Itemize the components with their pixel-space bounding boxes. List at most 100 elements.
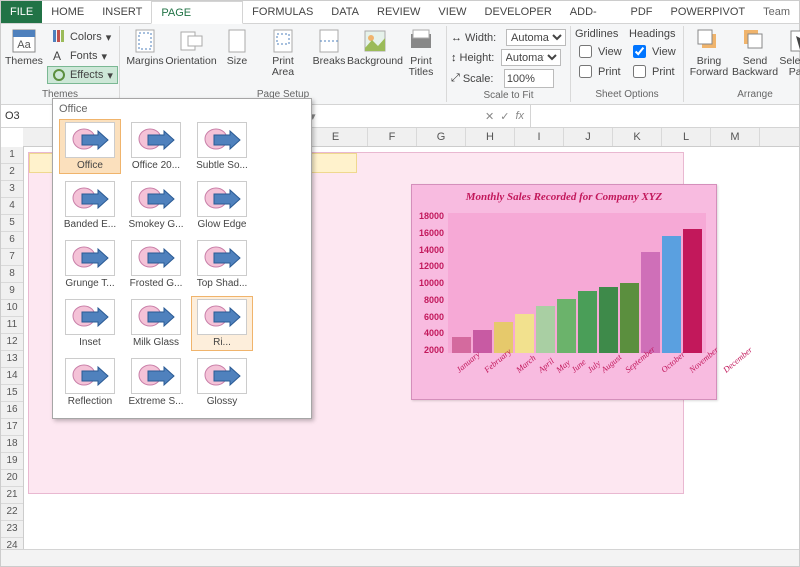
row-header[interactable]: 22 xyxy=(1,504,23,521)
fx-icon[interactable]: fx xyxy=(515,110,524,122)
row-header[interactable]: 4 xyxy=(1,198,23,215)
effects-gallery-item[interactable]: Grunge T... xyxy=(59,237,121,292)
tab-review[interactable]: REVIEW xyxy=(368,1,429,23)
tab-insert[interactable]: INSERT xyxy=(93,1,151,23)
bar[interactable] xyxy=(599,287,618,353)
colors-button[interactable]: Colors ▾ xyxy=(47,28,118,46)
width-icon: ↔ xyxy=(451,32,462,44)
row-header[interactable]: 21 xyxy=(1,487,23,504)
row-header[interactable]: 11 xyxy=(1,317,23,334)
effects-gallery-item[interactable]: Glow Edge xyxy=(191,178,253,233)
y-tick: 4000 xyxy=(424,328,446,338)
row-header[interactable]: 19 xyxy=(1,453,23,470)
gridlines-view-check[interactable]: View xyxy=(575,42,625,61)
row-header[interactable]: 16 xyxy=(1,402,23,419)
name-box[interactable]: O3 xyxy=(1,105,56,127)
send-backward-button[interactable]: Send Backward xyxy=(734,28,776,78)
effects-gallery-item[interactable]: Top Shad... xyxy=(191,237,253,292)
col-header[interactable]: E xyxy=(304,128,368,146)
effects-gallery-item[interactable]: Milk Glass xyxy=(125,296,187,351)
print-titles-button[interactable]: Print Titles xyxy=(400,28,442,78)
bar[interactable] xyxy=(557,299,576,353)
row-header[interactable]: 2 xyxy=(1,164,23,181)
row-header[interactable]: 1 xyxy=(1,147,23,164)
formula-input[interactable] xyxy=(530,105,799,127)
row-header[interactable]: 20 xyxy=(1,470,23,487)
gridlines-print-check[interactable]: Print xyxy=(575,62,625,81)
bar[interactable] xyxy=(620,283,639,353)
headings-view-check[interactable]: View xyxy=(629,42,679,61)
themes-button[interactable]: Aa Themes xyxy=(5,28,43,67)
col-header[interactable]: M xyxy=(711,128,760,146)
enter-icon[interactable]: ✓ xyxy=(500,110,509,123)
bar[interactable] xyxy=(452,337,471,353)
tab-addins[interactable]: ADD-INS xyxy=(561,1,622,23)
col-header[interactable]: L xyxy=(662,128,711,146)
bar[interactable] xyxy=(662,236,681,353)
row-header[interactable]: 9 xyxy=(1,283,23,300)
width-select[interactable]: Automatic xyxy=(506,29,566,46)
row-header[interactable]: 10 xyxy=(1,300,23,317)
scale-input[interactable] xyxy=(504,69,554,88)
height-select[interactable]: Automatic xyxy=(501,49,561,66)
col-header[interactable]: H xyxy=(466,128,515,146)
effects-gallery-item[interactable]: Glossy xyxy=(191,355,253,410)
tab-team[interactable]: Team xyxy=(754,1,799,23)
row-header[interactable]: 24 xyxy=(1,538,23,549)
effects-button[interactable]: Effects ▾ xyxy=(47,66,118,84)
row-header[interactable]: 18 xyxy=(1,436,23,453)
effects-gallery-item[interactable]: Office xyxy=(59,119,121,174)
tab-formulas[interactable]: FORMULAS xyxy=(243,1,322,23)
tab-view[interactable]: VIEW xyxy=(429,1,475,23)
row-header[interactable]: 13 xyxy=(1,351,23,368)
fonts-button[interactable]: AFonts ▾ xyxy=(47,47,118,65)
effects-gallery-item[interactable]: Subtle So... xyxy=(191,119,253,174)
tab-file[interactable]: FILE xyxy=(1,1,42,23)
row-header[interactable]: 14 xyxy=(1,368,23,385)
bar[interactable] xyxy=(683,229,702,353)
tab-data[interactable]: DATA xyxy=(322,1,368,23)
print-area-button[interactable]: Print Area xyxy=(262,28,304,78)
tab-powerpivot[interactable]: POWERPIVOT xyxy=(662,1,755,23)
col-header[interactable]: J xyxy=(564,128,613,146)
bring-forward-button[interactable]: Bring Forward xyxy=(688,28,730,78)
effects-gallery-item[interactable]: Frosted G... xyxy=(125,237,187,292)
effects-gallery-item[interactable]: Extreme S... xyxy=(125,355,187,410)
tab-home[interactable]: HOME xyxy=(42,1,93,23)
row-header[interactable]: 17 xyxy=(1,419,23,436)
cancel-icon[interactable]: ✕ xyxy=(485,110,494,123)
embedded-chart[interactable]: Monthly Sales Recorded for Company XYZ 1… xyxy=(411,184,717,400)
orientation-button[interactable]: Orientation xyxy=(170,28,212,67)
row-header[interactable]: 6 xyxy=(1,232,23,249)
row-header[interactable]: 8 xyxy=(1,266,23,283)
headings-print-check[interactable]: Print xyxy=(629,62,679,81)
bar[interactable] xyxy=(515,314,534,353)
breaks-button[interactable]: Breaks xyxy=(308,28,350,67)
col-header[interactable]: G xyxy=(417,128,466,146)
effects-gallery-item[interactable]: Office 20... xyxy=(125,119,187,174)
row-header[interactable]: 12 xyxy=(1,334,23,351)
col-header[interactable]: I xyxy=(515,128,564,146)
row-header[interactable]: 23 xyxy=(1,521,23,538)
bar[interactable] xyxy=(641,252,660,353)
size-button[interactable]: Size xyxy=(216,28,258,67)
selection-pane-button[interactable]: Selection Pane xyxy=(780,28,800,78)
effects-gallery-item[interactable]: Inset xyxy=(59,296,121,351)
tab-developer[interactable]: DEVELOPER xyxy=(476,1,561,23)
row-header[interactable]: 3 xyxy=(1,181,23,198)
col-header[interactable]: F xyxy=(368,128,417,146)
row-header[interactable]: 5 xyxy=(1,215,23,232)
tab-pdf[interactable]: PDF xyxy=(622,1,662,23)
row-header[interactable]: 15 xyxy=(1,385,23,402)
background-button[interactable]: Background xyxy=(354,28,396,67)
margins-button[interactable]: Margins xyxy=(124,28,166,67)
effects-gallery-item[interactable]: Banded E... xyxy=(59,178,121,233)
col-header[interactable]: K xyxy=(613,128,662,146)
effects-gallery-item[interactable]: Reflection xyxy=(59,355,121,410)
row-header[interactable]: 7 xyxy=(1,249,23,266)
tab-page-layout[interactable]: PAGE LAYOUT xyxy=(151,1,243,24)
bar[interactable] xyxy=(578,291,597,353)
effects-gallery-item[interactable]: Ri... xyxy=(191,296,253,351)
bar[interactable] xyxy=(536,306,555,353)
effects-gallery-item[interactable]: Smokey G... xyxy=(125,178,187,233)
